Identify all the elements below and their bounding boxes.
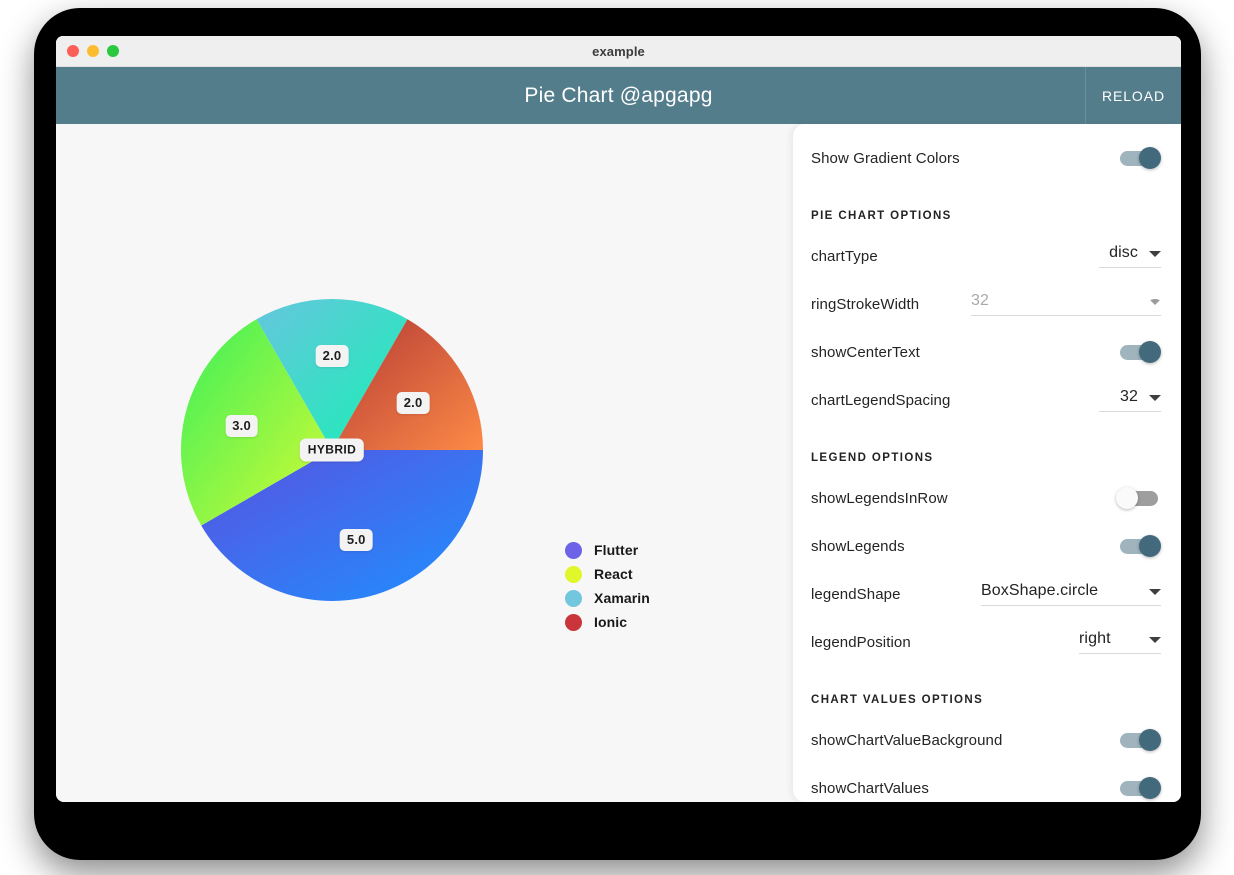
toggle-thumb [1116,487,1138,509]
dropdown-value: disc [1109,244,1138,261]
row-control [1116,775,1161,801]
chevron-down-icon[interactable] [1149,637,1161,643]
legend-item-label: Ionic [594,614,628,630]
row-label: showChartValueBackground [811,731,1003,749]
section-heading-legend-options: LEGEND OPTIONS [811,452,934,464]
minimize-icon[interactable] [87,45,99,57]
legend-item[interactable]: Xamarin [565,586,650,610]
dropdown-chart-legend-spacing[interactable]: 32 [1099,388,1161,412]
pie-value-label: 2.0 [396,392,430,415]
row-show-center-text[interactable]: showCenterText [811,328,1161,376]
dropdown-value: BoxShape.circle [981,582,1099,599]
dropdown-value: 32 [1120,388,1138,405]
toggle-show-legends[interactable] [1116,533,1161,559]
dropdown-legend-position[interactable]: right [1079,630,1161,654]
app-bar: Pie Chart @apgapg RELOAD [56,67,1181,124]
legend-swatch-circle-icon [565,613,582,631]
row-label: chartLegendSpacing [811,391,951,409]
row-ring-stroke-width[interactable]: ringStrokeWidth 32 [811,280,1161,328]
legend-swatch-circle-icon [565,589,582,607]
row-show-legends[interactable]: showLegends [811,522,1161,570]
legend-item[interactable]: Flutter [565,538,650,562]
toggle-thumb [1139,147,1161,169]
maximize-icon[interactable] [107,45,119,57]
legend-item-label: Flutter [594,542,639,558]
app-body: 5.0 3.0 2.0 2.0 HYBRID Flutter React Xamarin Io… [56,124,1181,802]
pie-value-label: 5.0 [339,529,373,552]
app-window: example Pie Chart @apgapg RELOAD 5.0 3.0 2… [56,36,1181,802]
chevron-down-icon[interactable] [1149,299,1161,305]
toggle-show-chart-values[interactable] [1116,775,1161,801]
section-heading-pie-chart-options: PIE CHART OPTIONS [811,210,952,222]
dropdown-value: 32 [971,292,989,309]
toggle-thumb [1139,341,1161,363]
pie-chart: 5.0 3.0 2.0 2.0 HYBRID [180,298,484,602]
chevron-down-icon[interactable] [1149,589,1161,595]
window-titlebar: example [56,36,1181,67]
row-control [1116,145,1161,171]
row-label: showCenterText [811,343,920,361]
close-icon[interactable] [67,45,79,57]
dropdown-chart-type[interactable]: disc [1099,244,1161,268]
screenshot-root: example Pie Chart @apgapg RELOAD 5.0 3.0 2… [0,0,1234,875]
reload-button[interactable]: RELOAD [1085,67,1181,124]
row-legend-position[interactable]: legendPosition right [811,618,1161,666]
row-label: ringStrokeWidth [811,295,920,313]
row-show-chart-values[interactable]: showChartValues [811,764,1161,802]
dropdown-legend-shape[interactable]: BoxShape.circle [981,582,1161,606]
settings-panel[interactable]: Show Gradient Colors PIE CHART OPTIONS ch… [793,124,1181,802]
legend-item[interactable]: React [565,562,650,586]
page-title: Pie Chart @apgapg [524,83,713,107]
row-chart-legend-spacing[interactable]: chartLegendSpacing 32 [811,376,1161,424]
row-control: 32 [1099,388,1161,412]
row-label: legendPosition [811,633,911,651]
row-chart-type[interactable]: chartType disc [811,232,1161,280]
chart-panel: 5.0 3.0 2.0 2.0 HYBRID Flutter React Xamarin Io… [56,124,793,802]
toggle-show-gradient-colors[interactable] [1116,145,1161,171]
row-label: chartType [811,247,878,265]
legend-swatch-circle-icon [565,541,582,559]
row-control [1116,727,1161,753]
row-label: showChartValues [811,779,929,797]
row-legend-shape[interactable]: legendShape BoxShape.circle [811,570,1161,618]
section-heading-chart-values-options: CHART VALUES OPTIONS [811,694,984,706]
toggle-thumb [1139,777,1161,799]
traffic-lights [67,45,119,57]
toggle-thumb [1139,535,1161,557]
toggle-thumb [1139,729,1161,751]
row-show-legends-in-row[interactable]: showLegendsInRow [811,474,1161,522]
row-label: showLegends [811,537,905,555]
window-title: example [592,43,645,59]
legend-swatch-circle-icon [565,565,582,583]
row-control [1116,485,1161,511]
legend-item-label: Xamarin [594,590,650,606]
dropdown-value: right [1079,630,1111,647]
row-control [1116,339,1161,365]
pie-value-label: 2.0 [315,345,349,368]
toggle-show-chart-value-background[interactable] [1116,727,1161,753]
chevron-down-icon[interactable] [1149,395,1161,401]
pie-center-text: HYBRID [299,438,365,462]
toggle-show-center-text[interactable] [1116,339,1161,365]
dropdown-ring-stroke-width[interactable]: 32 [971,292,1161,316]
toggle-show-legends-in-row[interactable] [1116,485,1161,511]
legend-item-label: React [594,566,633,582]
row-control: disc [1099,244,1161,268]
row-label: showLegendsInRow [811,489,948,507]
pie-value-label: 3.0 [225,414,258,437]
legend-item[interactable]: Ionic [565,610,650,634]
chart-legend: Flutter React Xamarin Ionic [565,538,650,634]
row-control: BoxShape.circle [981,582,1161,606]
chevron-down-icon[interactable] [1149,251,1161,257]
row-control: right [1079,630,1161,654]
settings-sections: PIE CHART OPTIONS chartType disc ringStroke… [811,210,1161,802]
row-label: Show Gradient Colors [811,149,960,167]
row-control: 32 [971,292,1161,316]
row-show-chart-value-background[interactable]: showChartValueBackground [811,716,1161,764]
row-label: legendShape [811,585,901,603]
row-control [1116,533,1161,559]
row-show-gradient-colors[interactable]: Show Gradient Colors [811,134,1161,182]
